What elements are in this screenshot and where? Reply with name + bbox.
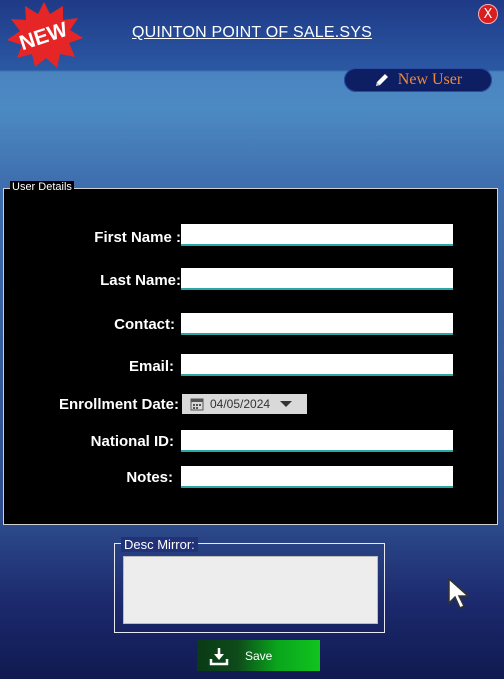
enrollment-date-picker[interactable]: 04/05/2024 [182,394,307,414]
close-button[interactable]: X [478,4,498,24]
notes-input[interactable] [181,466,453,488]
new-user-button[interactable]: New User [344,68,492,92]
national-id-label: National ID: [90,433,174,450]
new-user-label: New User [397,71,463,88]
save-label: Save [245,648,273,663]
chevron-down-icon[interactable] [280,400,293,408]
desc-mirror-legend: Desc Mirror: [121,537,198,552]
contact-label: Contact: [114,316,175,333]
email-label: Email: [128,358,174,375]
first-name-input[interactable] [181,224,453,246]
last-name-input[interactable] [181,268,453,290]
pencil-icon [375,74,388,86]
download-icon [209,647,229,665]
enrollment-date-label: Enrollment Date: [58,396,179,413]
notes-label: Notes: [126,469,173,486]
user-details-legend: User Details [10,181,74,193]
calendar-icon [190,398,204,411]
app-title: QUINTON POINT OF SALE.SYS [131,24,372,41]
mouse-cursor-icon [448,577,470,610]
last-name-label: Last Name: [100,272,181,289]
enrollment-date-value: 04/05/2024 [210,397,271,411]
desc-mirror-textarea[interactable] [123,556,378,624]
email-input[interactable] [181,354,453,376]
national-id-input[interactable] [181,430,453,452]
save-button[interactable]: Save [197,640,320,671]
first-name-label: First Name : [94,229,181,246]
contact-input[interactable] [181,313,453,335]
